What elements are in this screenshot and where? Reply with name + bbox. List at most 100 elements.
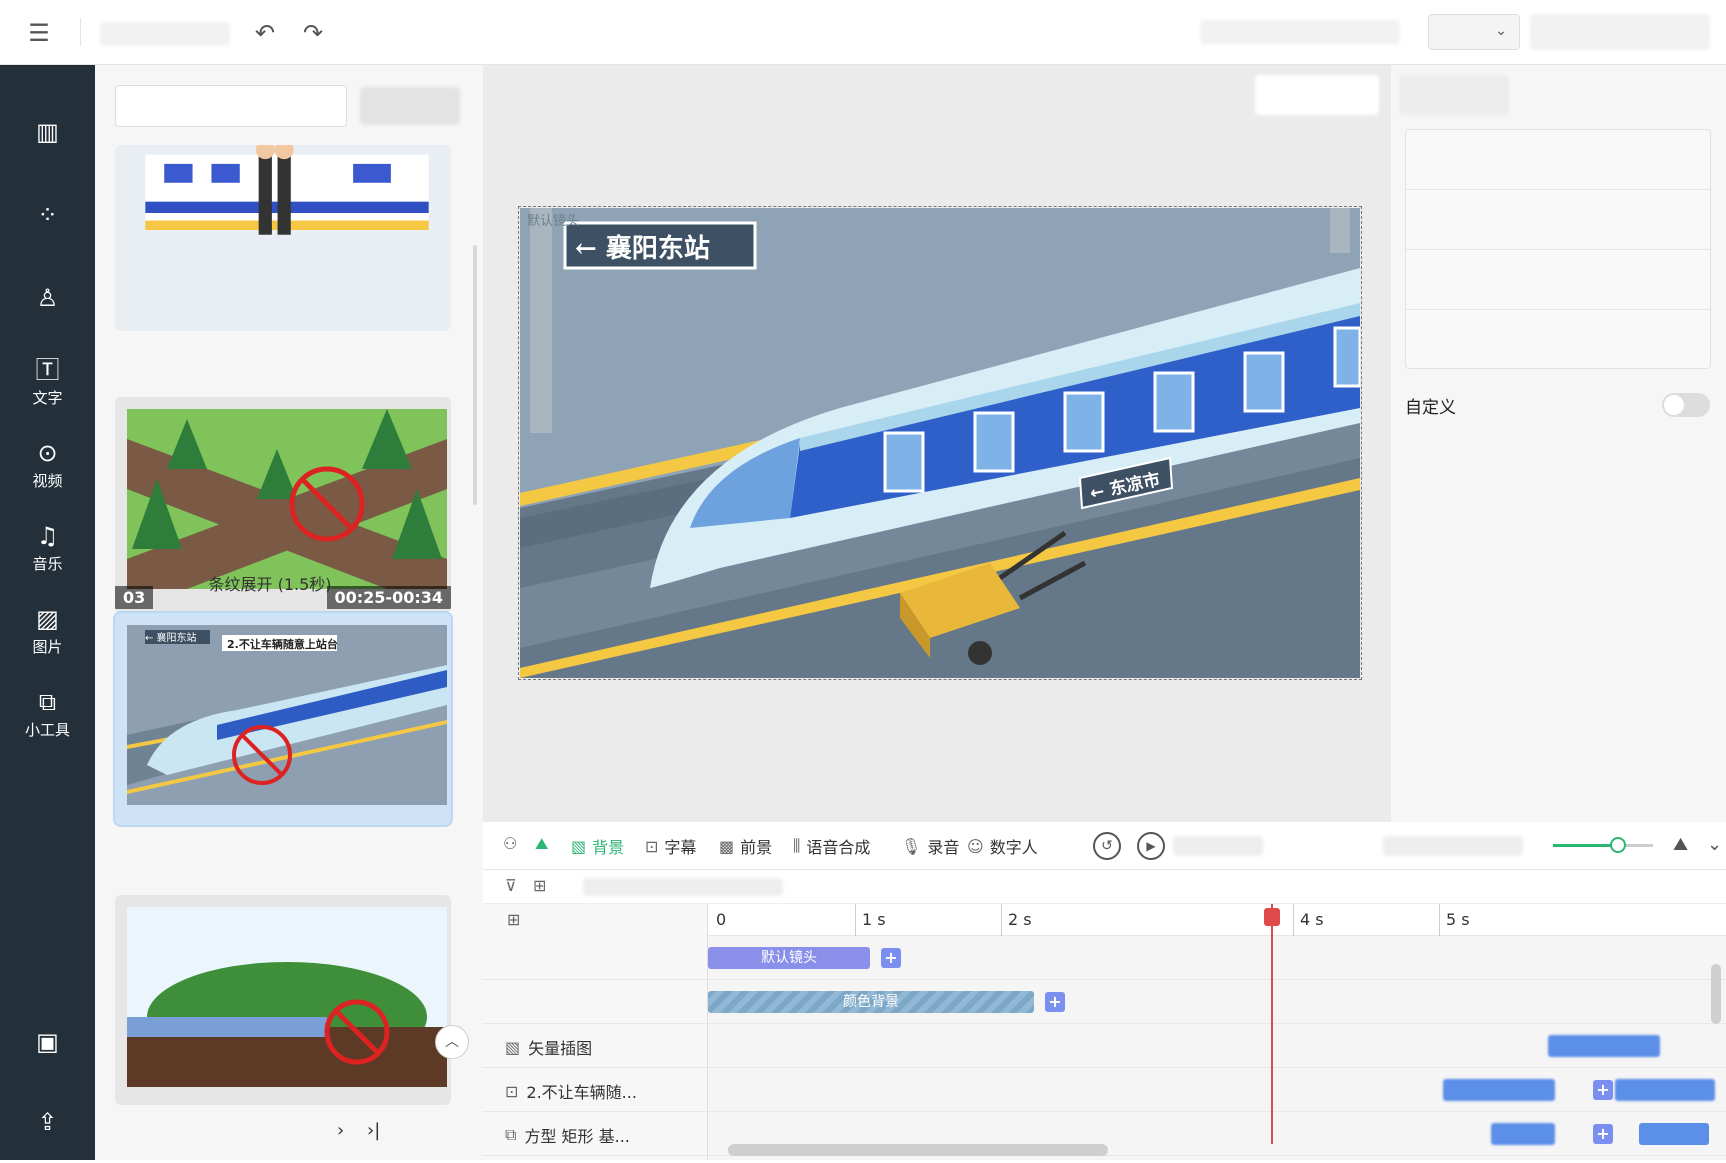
sidebar-item-music[interactable]: ♫ 音乐 [0,509,95,587]
text-clip[interactable] [1443,1079,1555,1101]
panel-tab[interactable] [1399,75,1509,115]
shape-clip-2[interactable] [1639,1123,1709,1145]
next-page-icon[interactable]: › [337,1120,344,1141]
scene-thumbnail [127,907,447,1087]
chevron-down-icon: ⌄ [1495,23,1507,39]
scene-card-3[interactable]: ← 襄阳东站 2.不让车辆随意上站台 [115,613,451,825]
custom-label: 自定义 [1405,398,1456,418]
property-row[interactable] [1406,250,1710,310]
tick-label: 2 s [1008,910,1032,929]
subtitle-tool[interactable]: ⊡ 字幕 [645,834,696,858]
play-icon[interactable]: ▶ [1137,832,1165,860]
group-icon[interactable]: ⊞ [533,876,546,895]
filter-icon[interactable]: ⊽ [505,876,517,895]
vector-clip[interactable] [1548,1035,1660,1057]
zoom-in-icon[interactable]: ⛰ [1673,834,1688,855]
text-clip-2[interactable] [1615,1079,1715,1101]
add-scene-button[interactable] [360,87,460,125]
scene-card-4[interactable] [115,895,451,1105]
time-display [1173,836,1263,856]
avatar-tool[interactable]: ☺ 数字人 [967,834,1038,858]
add-shot-button[interactable]: + [881,948,901,968]
sidebar-item-lock[interactable]: ▣ [0,1005,95,1083]
custom-toggle[interactable] [1662,393,1710,417]
foreground-icon: ▩ [719,836,735,856]
text-icon: 🅃 [35,355,60,384]
track-row-vector: ▧ 矢量插图 [483,1024,1726,1068]
foreground-tool[interactable]: ▩ 前景 [719,834,772,858]
scenes-scrollbar[interactable] [473,245,477,505]
default-shot-clip[interactable]: 默认镜头 [708,947,870,969]
background-tool[interactable]: ▧ 背景 [571,834,624,858]
add-text-button[interactable]: + [1593,1080,1613,1100]
zoom-slider-handle[interactable] [1610,837,1626,853]
color-background-clip[interactable]: 颜色背景 [708,991,1034,1013]
subtitle-icon: ⊡ [645,836,659,856]
tts-tool[interactable]: ⫼ 语音合成 [793,834,870,858]
export-button[interactable] [1530,14,1710,50]
redo-icon[interactable]: ↷ [296,16,330,50]
tick-label: 1 s [862,910,886,929]
sidebar-item-image[interactable]: ▨ 图片 [0,592,95,670]
tick-label: 5 s [1446,910,1470,929]
track-label-shape[interactable]: ⧉ 方型 矩形 基... [505,1123,630,1147]
shape-clip[interactable] [1491,1123,1555,1145]
sidebar: ▥ ⁘ ♙ 🅃 文字 ⊙ 视频 ♫ 音乐 ▨ 图片 ⧉ 小工具 ▣ ⇪ [0,65,95,1160]
scene-search-input[interactable] [115,85,347,127]
layers-icon[interactable]: ⊞ [507,910,520,929]
menu-icon[interactable]: ☰ [22,16,56,50]
scene-sign: ← 襄阳东站 [145,633,197,644]
scene-caption: 2.不让车辆随意上站台 [227,638,338,651]
playhead[interactable] [1263,904,1280,1144]
image-icon: ▨ [36,604,59,633]
time-ruler[interactable]: 0 1 s 2 s 4 s 5 s [708,904,1726,936]
divider [80,18,81,46]
record-tool[interactable]: 🎙 录音 [901,834,959,858]
scene-card-1[interactable] [115,145,451,331]
station-sign: ← 襄阳东站 [575,234,710,264]
add-shape-button[interactable]: + [1593,1124,1613,1144]
sidebar-item-elements[interactable]: ⁘ [0,178,95,256]
last-page-icon[interactable]: ›| [367,1120,380,1141]
resolution-select[interactable]: ⌄ [1428,14,1520,50]
track-label-vector[interactable]: ▧ 矢量插图 [505,1035,592,1059]
align-tools[interactable] [583,878,783,896]
vertical-scrollbar[interactable] [1711,964,1721,1024]
character-tool-icon[interactable]: ⚇ [503,834,517,853]
project-title[interactable] [100,22,230,46]
tick-label: 0 [716,910,727,929]
track-row-camera: 默认镜头 + [483,936,1726,980]
playhead-handle[interactable] [1263,908,1280,926]
scroll-top-button[interactable]: ︿ [435,1025,469,1059]
replay-icon[interactable]: ↺ [1093,832,1121,860]
track-label-text[interactable]: ⊡ 2.不让车辆随... [505,1079,637,1103]
transition-label[interactable]: 条纹展开 (1.5秒) [95,571,445,595]
property-row[interactable] [1406,190,1710,250]
music-icon: ♫ [36,521,59,550]
character-icon: ♙ [36,284,59,312]
add-background-button[interactable]: + [1045,992,1065,1012]
undo-icon[interactable]: ↶ [248,16,282,50]
horizontal-scrollbar[interactable] [728,1144,1108,1156]
sidebar-item-character[interactable]: ♙ [0,261,95,339]
scene-tool-icon[interactable]: ⛰ [535,834,548,854]
shape-icon: ⧉ [505,1125,517,1144]
sidebar-item-text[interactable]: 🅃 文字 [0,343,95,421]
property-row[interactable] [1406,130,1710,190]
sidebar-item-upload[interactable]: ⇪ [0,1085,95,1163]
sidebar-item-video[interactable]: ⊙ 视频 [0,426,95,504]
zoom-slider[interactable] [1553,837,1653,853]
collapse-icon[interactable]: ⌄ [1707,834,1722,855]
waveform-icon: ⫼ [793,836,801,855]
properties-panel: 自定义 [1391,65,1726,822]
canvas-area: 默认镜头 ← 襄阳东站 ← 东凉市 [483,65,1391,822]
lock-icon: ▣ [36,1028,59,1056]
stage-selection-frame [518,206,1362,680]
template-icon: ▥ [36,118,59,146]
sidebar-item-tools[interactable]: ⧉ 小工具 [0,675,95,753]
sidebar-item-template[interactable]: ▥ [0,95,95,173]
zoom-tools[interactable] [1383,836,1523,856]
zoom-slider-fill [1553,844,1618,847]
avatar-icon: ☺ [967,836,984,856]
canvas-top-button[interactable] [1255,75,1379,115]
